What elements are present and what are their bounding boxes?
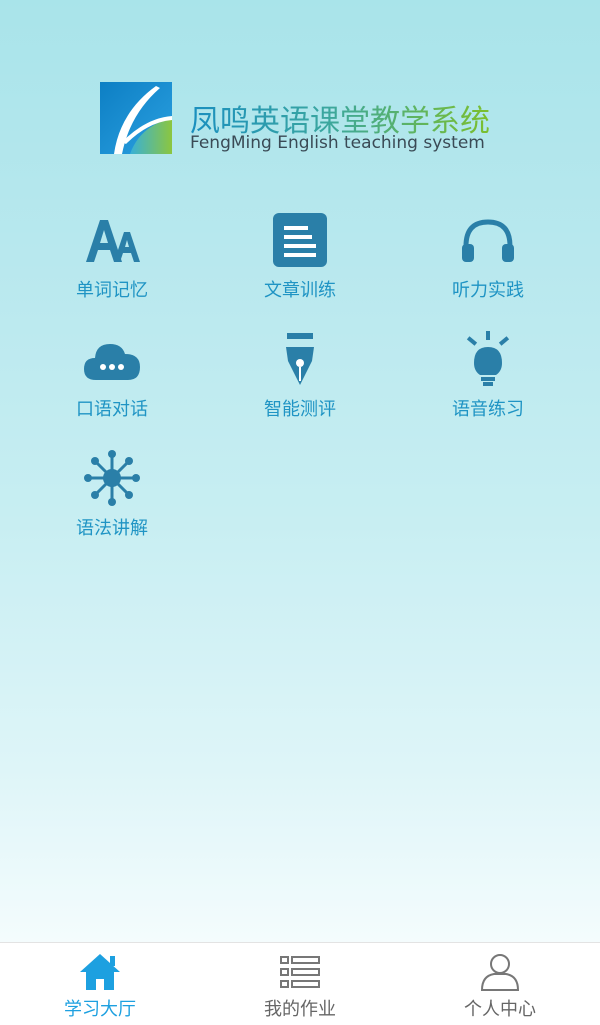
tab-personal-center[interactable]: 个人中心: [400, 943, 600, 1025]
menu-item-article-training[interactable]: 文章训练: [200, 210, 400, 320]
menu-item-grammar[interactable]: 语法讲解: [12, 448, 212, 558]
pen-nib-icon: [270, 329, 330, 389]
tab-study-hall[interactable]: 学习大厅: [0, 943, 200, 1025]
menu-item-label: 语音练习: [452, 399, 524, 420]
app-logo: [100, 82, 172, 154]
home-icon: [78, 951, 122, 993]
menu-item-label: 语法讲解: [76, 518, 148, 539]
menu-item-label: 单词记忆: [76, 280, 148, 301]
menu-item-smart-assessment[interactable]: 智能测评: [200, 329, 400, 439]
menu-item-pronunciation[interactable]: 语音练习: [388, 329, 588, 439]
article-icon: [270, 210, 330, 270]
tab-my-homework[interactable]: 我的作业: [200, 943, 400, 1025]
tab-label: 我的作业: [264, 999, 336, 1020]
tab-label: 学习大厅: [64, 999, 136, 1020]
font-size-icon: [82, 210, 142, 270]
menu-item-label: 听力实践: [452, 280, 524, 301]
tab-label: 个人中心: [464, 999, 536, 1020]
menu-item-listening[interactable]: 听力实践: [388, 210, 588, 320]
menu-item-label: 口语对话: [76, 399, 148, 420]
headphones-icon: [458, 210, 518, 270]
menu-item-oral-dialogue[interactable]: 口语对话: [12, 329, 212, 439]
menu-item-word-memory[interactable]: 单词记忆: [12, 210, 212, 320]
bottom-tab-bar: 学习大厅 我的作业 个人中心: [0, 942, 600, 1025]
app-subtitle: FengMing English teaching system: [190, 133, 485, 153]
molecule-icon: [82, 448, 142, 508]
app-header: 凤鸣英语课堂教学系统 FengMing English teaching sys…: [100, 82, 520, 162]
menu-item-label: 智能测评: [264, 399, 336, 420]
user-icon: [478, 951, 522, 993]
list-icon: [278, 951, 322, 993]
chat-cloud-icon: [82, 329, 142, 389]
menu-item-label: 文章训练: [264, 280, 336, 301]
lightbulb-icon: [458, 329, 518, 389]
